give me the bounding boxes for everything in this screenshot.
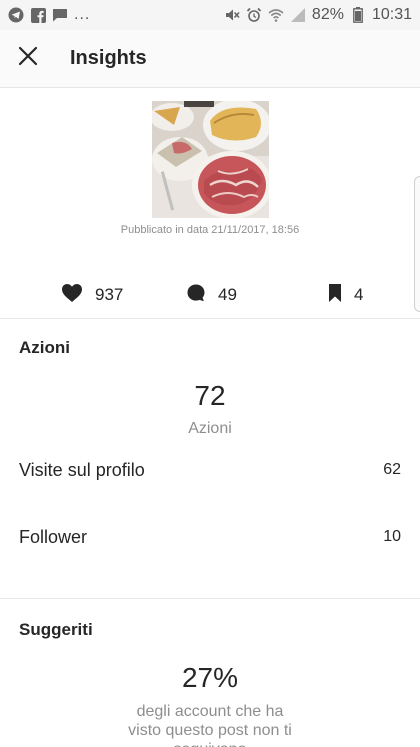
- app-bar: Insights: [0, 30, 420, 88]
- post-thumbnail[interactable]: [152, 101, 269, 218]
- divider: [0, 598, 420, 599]
- clock: 10:31: [371, 6, 412, 23]
- discovery-percent: 27%: [181, 662, 239, 693]
- facebook-icon: [30, 7, 46, 23]
- heart-icon: [61, 283, 83, 308]
- mute-icon: [224, 7, 240, 23]
- post-stats: 937 49 4: [0, 278, 420, 312]
- actions-total-label: Azioni: [188, 420, 232, 437]
- more-notifications: ...: [74, 6, 91, 23]
- alarm-icon: [246, 7, 262, 23]
- status-bar-left: ...: [8, 6, 90, 24]
- comments-count: 49: [218, 285, 237, 304]
- close-button[interactable]: [0, 30, 56, 88]
- page-title: Insights: [70, 47, 147, 69]
- divider: [0, 318, 420, 319]
- battery-icon: [350, 7, 366, 23]
- post-date: Pubblicato in data 21/11/2017, 18:56: [120, 224, 300, 236]
- status-bar: ... 82% 10:31: [0, 0, 420, 30]
- profile-visits-label: Visite sul profilo: [19, 459, 145, 480]
- row-profile-visits[interactable]: Visite sul profilo 62: [0, 450, 420, 490]
- discovery-caption-line-2: visto questo post non ti: [128, 722, 292, 739]
- follows-label: Follower: [19, 526, 88, 547]
- close-icon: [18, 46, 38, 71]
- comment-icon: [186, 283, 206, 308]
- likes-count: 937: [95, 285, 124, 304]
- post-photo: [152, 101, 269, 218]
- telegram-icon: [8, 7, 24, 23]
- bookmark-icon: [328, 283, 342, 308]
- actions-total: 72: [194, 380, 226, 411]
- actions-section-title: Azioni: [19, 338, 70, 357]
- discovery-section-title: Suggeriti: [19, 620, 93, 639]
- comments-stat: 49: [186, 278, 237, 312]
- signal-icon: [290, 7, 306, 23]
- battery-percent: 82%: [311, 6, 344, 23]
- status-bar-right: 82% 10:31: [224, 6, 412, 24]
- wifi-icon: [268, 7, 284, 23]
- follows-value: 10: [383, 528, 401, 545]
- likes-stat: 937: [61, 278, 123, 312]
- saves-count: 4: [354, 285, 364, 304]
- message-icon: [52, 7, 68, 23]
- saves-stat: 4: [328, 278, 363, 312]
- row-follows[interactable]: Follower 10: [0, 517, 420, 557]
- scroll-handle[interactable]: [414, 176, 420, 312]
- profile-visits-value: 62: [383, 461, 401, 478]
- discovery-caption-line-1: degli account che ha: [136, 703, 284, 720]
- discovery-caption-line-3: seguivano: [0, 740, 420, 747]
